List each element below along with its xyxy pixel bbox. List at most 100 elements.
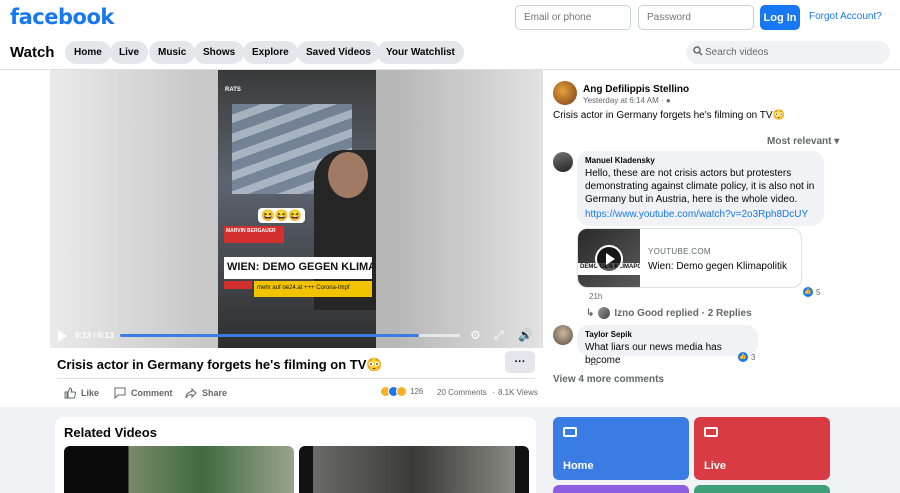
frame-badge [224,281,252,289]
reactions[interactable]: 126 [380,386,423,397]
comments-count[interactable]: 20 Comments [437,388,487,397]
frame-face [328,152,368,198]
frame-lower-third: MARVIN BERGAUER WIEN: DEMO GEGEN KLIMAP … [224,226,372,318]
frame-logo: RATS [225,87,241,93]
comment-text: Hello, these are not crisis actors but p… [585,168,815,205]
fullscreen-icon[interactable]: ⤢ [494,328,504,343]
view-more-comments[interactable]: View 4 more comments [553,374,664,385]
commenter-avatar[interactable] [553,152,573,172]
post-author[interactable]: Ang Defilippis Stellino [583,84,689,95]
comment-likes[interactable]: 👍 3 [738,352,755,362]
watch-nav: Watch Home Live Music Shows Explore Save… [0,36,900,70]
wow-reaction-icon [396,386,407,397]
comment-like-count: 5 [816,287,821,297]
like-label: Like [81,388,100,398]
video-time: 0:13 / 0:13 [75,331,114,340]
watch-title: Watch [10,44,55,61]
comment-text: What liars our news media has become [585,342,722,366]
comment-icon [114,387,126,399]
video-title: Crisis actor in Germany forgets he's fil… [57,357,383,372]
post-timestamp[interactable]: Yesterday at 6:14 AM · [583,96,664,105]
progress-fill [120,334,420,337]
live-icon [704,427,718,437]
tile-label: Live [704,460,727,472]
tab-your-watchlist[interactable]: Your Watchlist [377,41,464,64]
author-avatar[interactable] [553,81,577,105]
comment-bubble: Taylor Sepik What liars our news media h… [577,325,758,366]
tile-home[interactable]: Home [553,417,689,480]
related-title: Related Videos [64,425,157,440]
tab-saved-videos[interactable]: Saved Videos [297,41,380,64]
search-placeholder: Search videos [705,47,769,58]
link-source: YOUTUBE.COM [648,247,711,256]
tile-partial[interactable] [694,485,830,493]
replies-link[interactable]: ↳ Izno Good replied · 2 Replies [586,307,752,319]
gear-icon[interactable]: ⚙ [470,328,481,342]
comment-bubble: Manuel Kladensky Hello, these are not cr… [577,151,824,226]
play-icon[interactable] [58,330,67,342]
dot-separator: · [492,388,495,397]
tab-home[interactable]: Home [65,41,111,64]
forgot-account-link[interactable]: Forgot Account? [809,11,882,22]
login-button[interactable]: Log In [760,5,800,30]
views-count: 8.1K Views [498,388,538,397]
facebook-logo[interactable]: facebook [10,5,114,29]
tab-explore[interactable]: Explore [243,41,298,64]
video-frame: RATS 😆😆😆 MARVIN BERGAUER WIEN: DEMO GEGE… [218,70,376,348]
post-text: Crisis actor in Germany forgets he's fil… [553,110,786,121]
email-field[interactable] [515,5,631,30]
commenter-name[interactable]: Manuel Kladensky [585,156,816,165]
divider [57,378,535,379]
share-icon [185,387,197,399]
progress-bar[interactable] [120,334,460,337]
link-title: Wien: Demo gegen Klimapolitik [648,261,787,272]
volume-icon[interactable]: 🔊 [518,328,533,342]
reaction-count: 126 [410,387,424,396]
search-videos[interactable]: Search videos [686,41,890,64]
tab-music[interactable]: Music [149,41,196,64]
comment-likes[interactable]: 👍 5 [803,287,820,297]
replier-avatar [598,307,611,319]
comment-age[interactable]: 21h [589,292,602,301]
share-button[interactable]: Share [185,387,227,399]
play-icon [595,245,623,273]
sort-dropdown[interactable]: Most relevant ▾ [767,136,839,147]
frame-emoji: 😆😆😆 [258,208,306,223]
search-icon [693,46,703,56]
tile-partial[interactable] [553,485,689,493]
related-videos-panel: Related Videos [55,417,536,493]
sort-label: Most relevant [767,136,832,147]
commenter-name[interactable]: Taylor Sepik [585,330,750,339]
thumbs-up-icon [64,387,76,399]
comment-age[interactable]: 1d [589,358,598,367]
like-reaction-icon: 👍 [738,352,748,362]
caret-down-icon: ▾ [834,136,840,147]
comment-link[interactable]: https://www.youtube.com/watch?v=2o3Rph8D… [585,209,816,220]
like-reaction-icon: 👍 [803,287,813,297]
link-thumbnail: DEMO GEN KLIMAPOLITIK [578,229,640,287]
more-options-button[interactable]: ··· [505,351,535,373]
like-button[interactable]: Like [64,387,99,399]
password-field[interactable] [638,5,754,30]
post-meta: Yesterday at 6:14 AM · ● [583,96,671,105]
globe-icon: ● [665,96,671,105]
share-label: Share [202,388,228,398]
comment-like-count: 3 [751,352,756,362]
related-video-thumbnail[interactable] [299,446,529,493]
tab-live[interactable]: Live [110,41,149,64]
commenter-avatar[interactable] [553,325,573,345]
frame-ticker: mehr auf oe24.at +++ Corona-Impf [254,281,372,297]
video-icon [563,427,577,437]
video-controls: 0:13 / 0:13 ⚙ ⤢ 🔊 [50,322,543,348]
replies-text: Izno Good replied · 2 Replies [614,307,752,319]
link-preview-card[interactable]: DEMO GEN KLIMAPOLITIK YOUTUBE.COM Wien: … [577,228,802,288]
frame-headline: WIEN: DEMO GEGEN KLIMAP [224,257,372,279]
video-player[interactable]: RATS 😆😆😆 MARVIN BERGAUER WIEN: DEMO GEGE… [50,70,543,348]
comment-button[interactable]: Comment [114,387,173,399]
related-video-thumbnail[interactable] [64,446,294,493]
top-bar: facebook Log In Forgot Account? [0,0,900,36]
tile-label: Home [563,460,594,472]
tab-shows[interactable]: Shows [194,41,245,64]
frame-nameplate: MARVIN BERGAUER [224,226,284,243]
tile-live[interactable]: Live [694,417,830,480]
